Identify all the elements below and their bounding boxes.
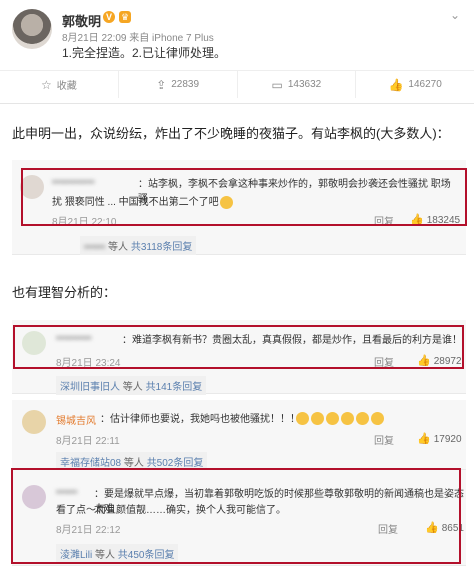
commenter-avatar[interactable] (20, 175, 44, 199)
comment-like-count: 183245 (426, 215, 461, 226)
comment-time: 8月21日 22:11 (56, 436, 120, 447)
emoji-row (295, 410, 385, 428)
comment-like-count: 17920 (433, 434, 462, 445)
reply-count-link[interactable]: 共450条回复 (118, 550, 175, 561)
comment-time: 8月21日 22:12 (56, 525, 121, 536)
post-actions: ☆ 收藏 ⇪ 22839 ▭ 143632 👍 146270 (0, 70, 474, 98)
reply-button[interactable]: 回复 (374, 213, 394, 228)
emoji-icon (326, 412, 339, 426)
comment-like-button[interactable]: 👍 17920 (417, 432, 462, 445)
chevron-down-icon[interactable]: ⌄ (450, 8, 460, 22)
reply-button[interactable]: 回复 (374, 354, 394, 369)
reply-count-link[interactable]: 共3118条回复 (131, 242, 193, 253)
emoji-icon (341, 412, 354, 426)
comment-text-continued: 扰 猥亵同性 ... 中国找不出第二个了吧 (52, 195, 452, 210)
reply-suffix: 等人 (121, 458, 147, 469)
laugh-emoji-icon (219, 195, 233, 209)
reply-summary[interactable]: 幸福存储站08 等人 共502条回复 (56, 452, 208, 471)
like-button[interactable]: 👍 146270 (356, 71, 474, 98)
emoji-icon (296, 412, 309, 426)
reply-button[interactable]: 回复 (374, 432, 394, 447)
reply-summary[interactable]: ▪▪▪▪▪▪ 等人 共3118条回复 (80, 236, 197, 255)
reply-suffix: 等人 (92, 550, 118, 561)
comment-text-line: 扰 猥亵同性 ... 中国找不出第二个了吧 (52, 197, 219, 208)
comment-text: ：估计律师也要说，我她吗也被他骚扰！！！ (100, 414, 300, 425)
reply-summary[interactable]: 淩濉Lili 等人 共450条回复 (56, 544, 179, 563)
emoji-icon (311, 412, 324, 426)
favorite-button[interactable]: ☆ 收藏 (0, 71, 119, 98)
favorite-label: 收藏 (56, 81, 77, 92)
reply-count-link[interactable]: 共141条回复 (146, 382, 203, 393)
repost-icon: ⇪ (156, 77, 167, 92)
comment-like-count: 28972 (433, 356, 462, 367)
comment-card: ▪▪▪▪▪▪▪▪▪▪▪▪ ：站李枫，李枫不会拿这种事来炒作的，郭敬明会抄袭还会性… (12, 160, 466, 255)
reply-suffix: 等人 (105, 242, 131, 253)
comment-count: 143632 (287, 79, 322, 90)
post-time: 8月21日 22:09 (62, 33, 127, 44)
comment-text-continued: 看了点～而且颜值靓……确实，换个人我可能信了。 (56, 505, 286, 516)
commenter-avatar[interactable] (22, 410, 46, 434)
commenter-name[interactable]: ▪▪▪▪▪▪ (56, 487, 77, 498)
comment-text: ：难道李枫有新书？贵圈太乱，真真假假，都是炒作，且看最后的利方是谁！ (122, 335, 462, 346)
reply-suffix: 等人 (120, 382, 146, 393)
commenter-name[interactable]: ▪▪▪▪▪▪▪▪▪▪ (56, 333, 91, 344)
thumb-up-icon: 👍 (425, 522, 439, 534)
comment-time: 8月21日 23:24 (56, 358, 121, 369)
post-content: 1.完全捏造。2.已让律师处理。 (62, 46, 227, 60)
author-name[interactable]: 郭敬明 (62, 11, 101, 30)
verified-badge: V (103, 11, 115, 23)
comment-button[interactable]: ▭ 143632 (238, 71, 357, 98)
comment-card: ▪▪▪▪▪▪▪▪▪▪ ：难道李枫有新书？贵圈太乱，真真假假，都是炒作，且看最后的… (12, 320, 466, 395)
thumb-up-icon: 👍 (417, 355, 431, 367)
commenter-avatar[interactable] (22, 485, 46, 509)
star-icon: ☆ (40, 77, 52, 92)
repost-button[interactable]: ⇪ 22839 (119, 71, 238, 98)
comment-like-button[interactable]: 👍 183245 (410, 213, 460, 226)
like-count: 146270 (408, 79, 442, 90)
repost-count: 22839 (171, 79, 200, 90)
thumb-up-icon: 👍 (410, 214, 424, 226)
reply-user: 淩濉Lili (60, 550, 93, 561)
comment-icon: ▭ (271, 77, 283, 92)
commenter-avatar[interactable] (22, 331, 46, 355)
article-paragraph: 也有理智分析的： (12, 285, 117, 300)
comment-card: 锡城吉风 ：估计律师也要说，我她吗也被他骚扰！！！ 8月21日 22:11 回复… (12, 400, 466, 471)
comment-like-button[interactable]: 👍 8651 (425, 521, 464, 534)
like-icon: 👍 (388, 77, 404, 92)
author-avatar[interactable] (12, 9, 52, 49)
reply-user: 幸福存储站08 (60, 458, 122, 469)
comment-like-count: 8651 (441, 523, 464, 534)
reply-count-link[interactable]: 共502条回复 (147, 458, 204, 469)
comment-time: 8月21日 22:10 (52, 217, 117, 228)
reply-button[interactable]: 回复 (378, 521, 398, 536)
commenter-name[interactable]: ▪▪▪▪▪▪▪▪▪▪▪▪ (52, 177, 95, 188)
reply-user: ▪▪▪▪▪▪ (84, 242, 106, 253)
post-meta: 8月21日 22:09 来自 iPhone 7 Plus (62, 29, 214, 44)
post-source: 来自 iPhone 7 Plus (129, 33, 214, 44)
comment-card: ▪▪▪▪▪▪ ：要是爆就早点爆，当初靠着郭敬明吃饭的时候那些尊敬郭敬明的新闻通稿… (12, 470, 466, 566)
article-paragraph: 此申明一出，众说纷纭，炸出了不少晚睡的夜猫子。有站李枫的(大多数人)： (12, 126, 450, 141)
weibo-post: 郭敬明 V ♛ 8月21日 22:09 来自 iPhone 7 Plus 1.完… (0, 0, 474, 104)
reply-summary[interactable]: 深圳旧事旧人 等人 共141条回复 (56, 376, 207, 395)
commenter-name[interactable]: 锡城吉风 (56, 412, 96, 427)
comment-like-button[interactable]: 👍 28972 (417, 354, 462, 367)
reply-user: 深圳旧事旧人 (60, 382, 120, 393)
emoji-icon (371, 412, 384, 426)
vip-badge: ♛ (119, 11, 131, 23)
emoji-icon (356, 412, 369, 426)
thumb-up-icon: 👍 (417, 433, 431, 445)
